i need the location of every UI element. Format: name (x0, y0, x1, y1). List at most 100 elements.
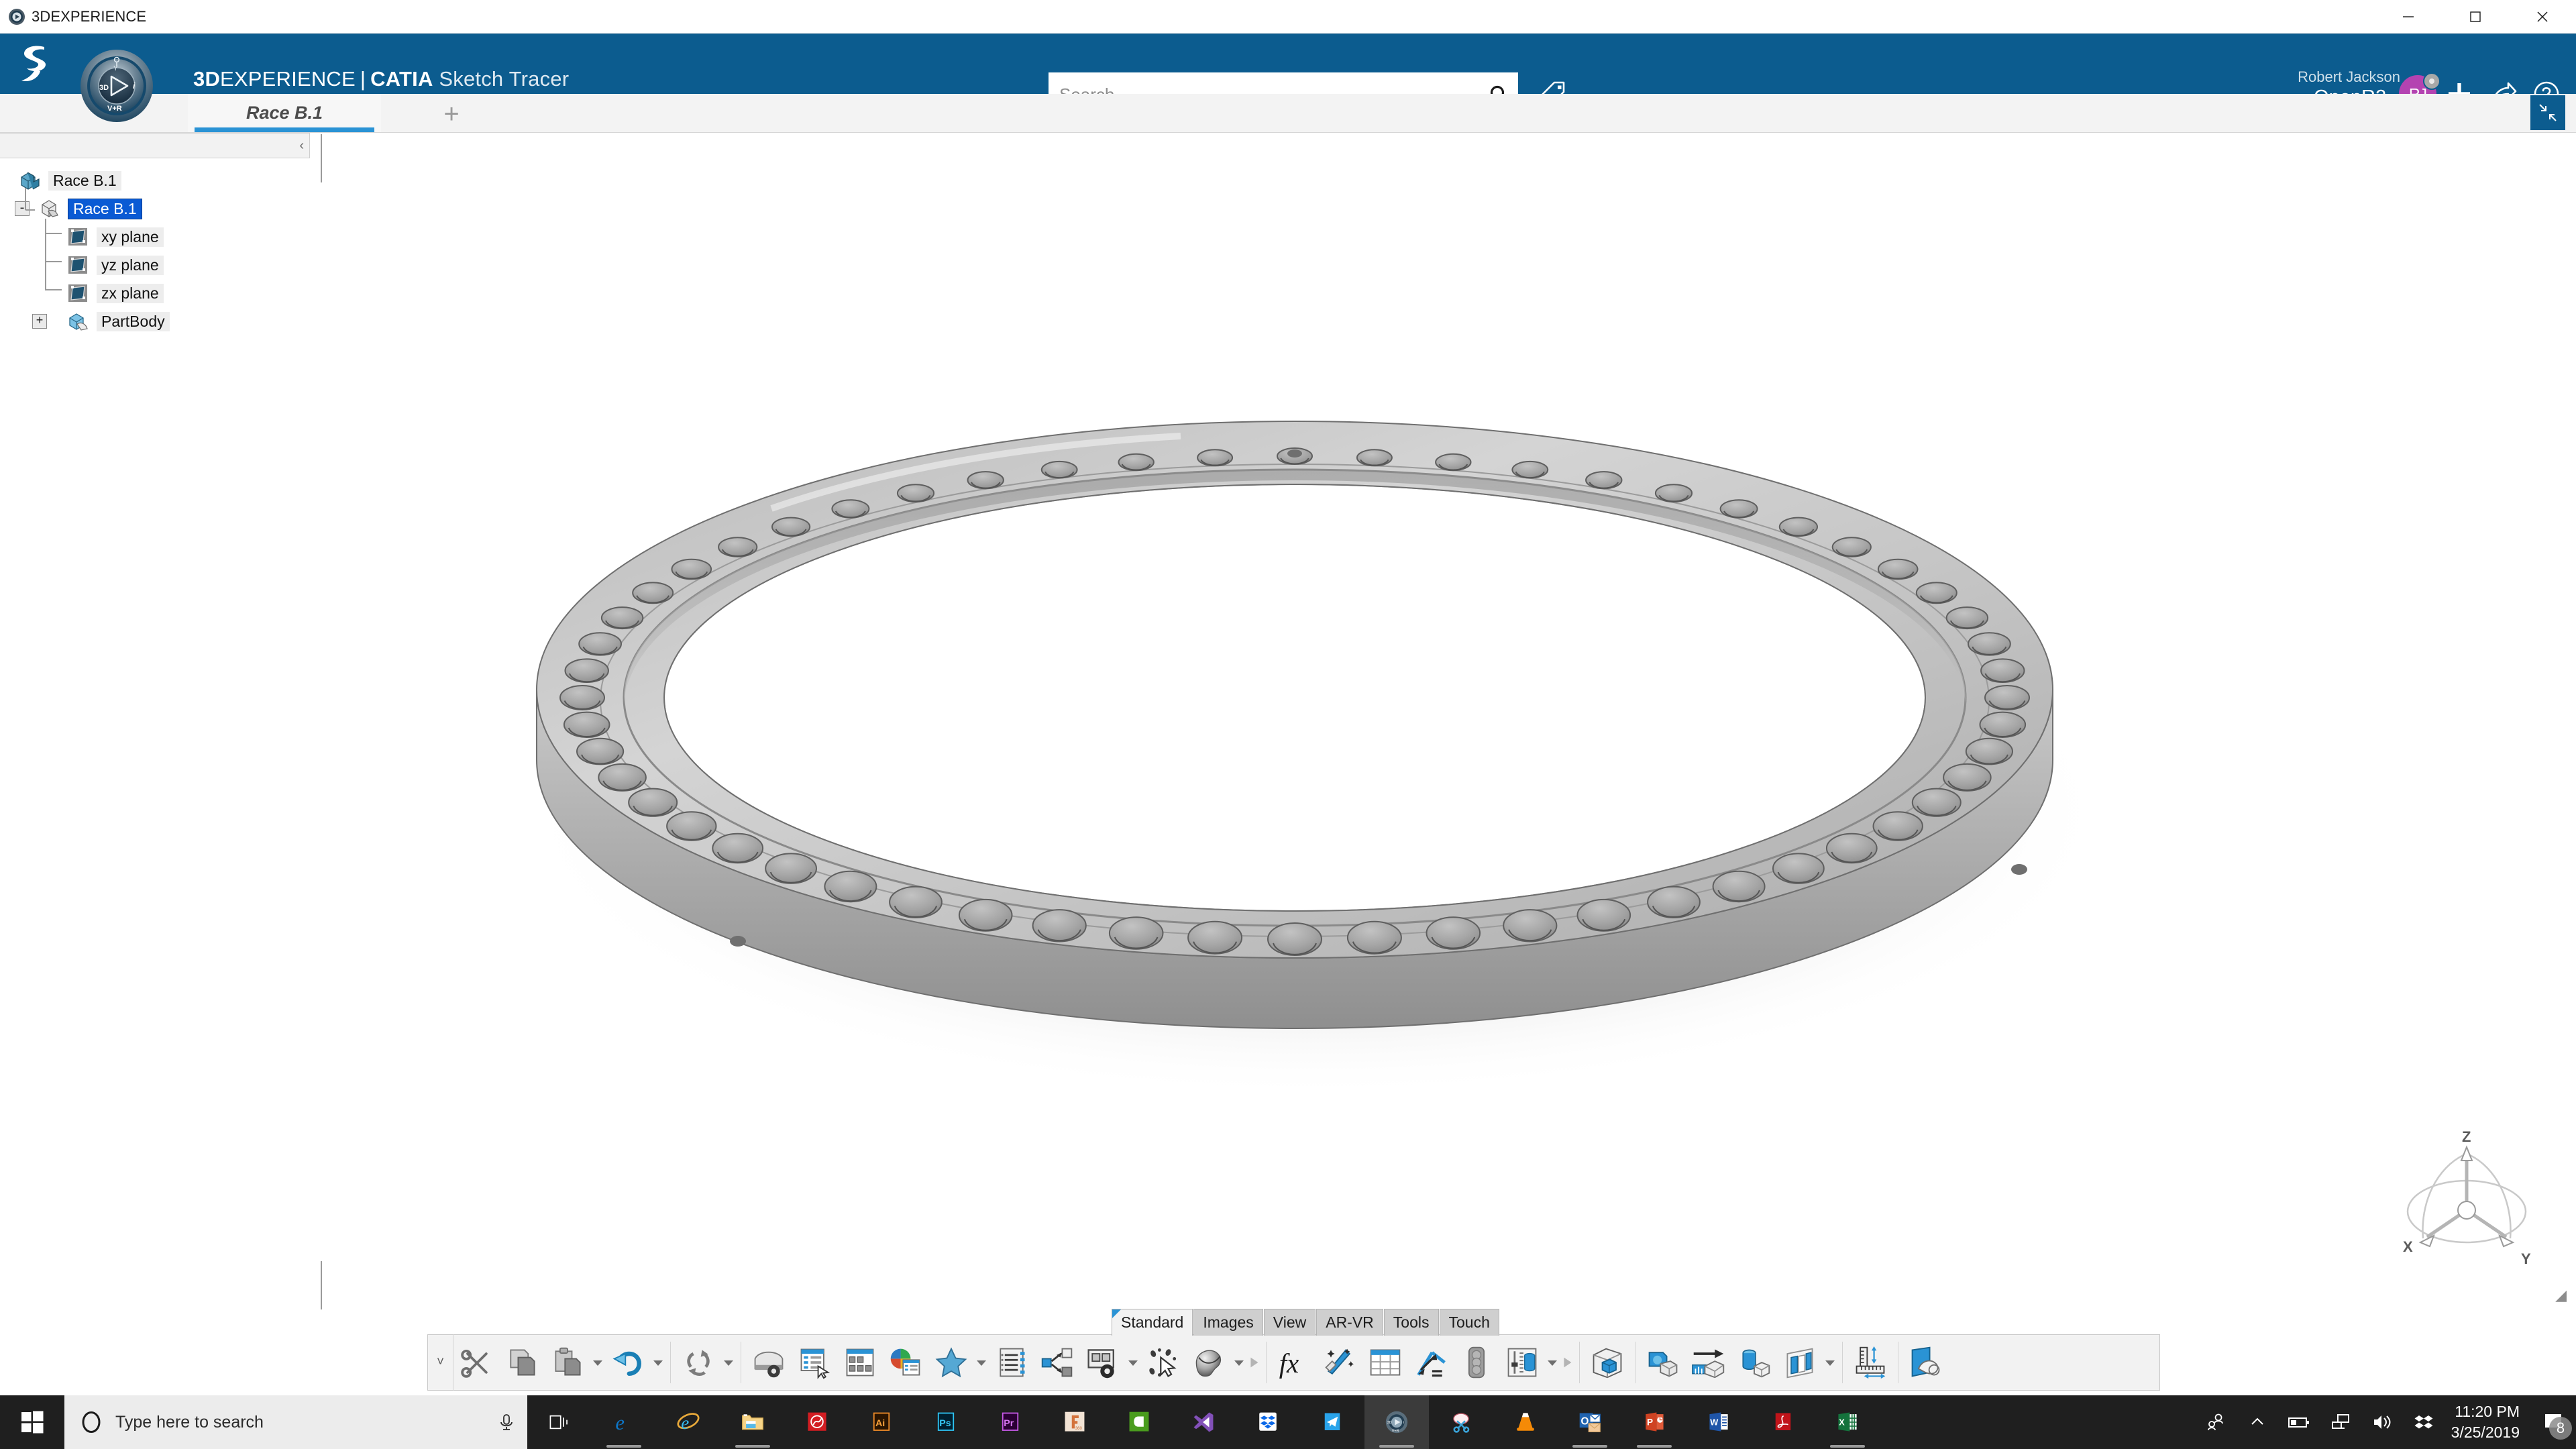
update-refresh-button[interactable] (676, 1334, 721, 1391)
taskbar-item-adobe-creative-cloud[interactable] (785, 1395, 849, 1449)
caret-down-icon[interactable] (590, 1356, 605, 1369)
taskbar-item-adobe-premiere[interactable]: Pr (978, 1395, 1042, 1449)
taskbar-item-microsoft-powerpoint[interactable]: P (1622, 1395, 1686, 1449)
taskbar-item-microsoft-outlook[interactable]: O (1558, 1395, 1622, 1449)
taskbar-search[interactable]: Type here to search (64, 1395, 527, 1449)
tree-node-label[interactable]: xy plane (97, 227, 164, 247)
caret-down-icon[interactable] (1232, 1356, 1246, 1369)
taskbar-clock[interactable]: 11:20 PM 3/25/2019 (2445, 1395, 2532, 1449)
tree-node-label[interactable]: Race B.1 (68, 198, 142, 219)
undo-button[interactable] (605, 1334, 651, 1391)
relations-graph-button[interactable] (1034, 1334, 1080, 1391)
actionbar-tab-view[interactable]: View (1263, 1309, 1316, 1336)
taskbar-item-adobe-acrobat[interactable] (1751, 1395, 1815, 1449)
caret-down-icon[interactable] (974, 1356, 989, 1369)
dropbox-tray-icon[interactable] (2403, 1395, 2445, 1449)
tree-node-label[interactable]: Race B.1 (48, 170, 121, 191)
actionbar-overflow-button[interactable]: ˅ (428, 1334, 453, 1391)
traffic-light-button[interactable] (1454, 1334, 1499, 1391)
transfer-measure-button[interactable] (1686, 1334, 1731, 1391)
design-table-button[interactable] (1362, 1334, 1408, 1391)
taskbar-item-adobe-photoshop[interactable]: Ps (914, 1395, 978, 1449)
tab-race-b1[interactable]: Race B.1 (188, 94, 381, 132)
add-tab-button[interactable]: + (436, 99, 467, 129)
select-points-button[interactable] (1140, 1334, 1186, 1391)
start-button[interactable] (0, 1395, 64, 1449)
color-chart-button[interactable] (883, 1334, 928, 1391)
ruler-dimensions-button[interactable] (1847, 1334, 1893, 1391)
people-icon[interactable] (2195, 1395, 2237, 1449)
paste-button[interactable] (545, 1334, 590, 1391)
taskbar-item-dropbox[interactable] (1236, 1395, 1300, 1449)
tree-node[interactable]: - Race B.1 (0, 195, 310, 223)
tree-node[interactable]: zx plane (0, 279, 310, 307)
measure-button[interactable] (1408, 1334, 1454, 1391)
compare-parts-button[interactable] (1640, 1334, 1686, 1391)
level-of-detail-button[interactable] (1499, 1334, 1545, 1391)
cut-scissors-button[interactable] (453, 1334, 499, 1391)
section-view-button[interactable] (1777, 1334, 1823, 1391)
properties-button[interactable] (792, 1334, 837, 1391)
taskbar-item-adobe-illustrator[interactable]: Ai (849, 1395, 914, 1449)
minimize-button[interactable] (2375, 0, 2442, 34)
battery-icon[interactable] (2278, 1395, 2320, 1449)
taskbar-item-telegram[interactable] (1300, 1395, 1364, 1449)
taskbar-item-microsoft-excel[interactable]: X (1815, 1395, 1880, 1449)
actionbar-tab-standard[interactable]: Standard (1112, 1309, 1193, 1336)
save-settings-button[interactable] (746, 1334, 792, 1391)
tree-node[interactable]: + PartBody (0, 307, 310, 335)
notification-center-button[interactable]: 8 (2532, 1395, 2576, 1449)
network-icon[interactable] (2320, 1395, 2361, 1449)
pad-extrude-button[interactable] (1731, 1334, 1777, 1391)
actionbar-tab-tools[interactable]: Tools (1383, 1309, 1439, 1336)
microphone-icon[interactable] (496, 1412, 517, 1432)
caret-down-icon[interactable]: ◢ (2555, 1287, 2567, 1304)
3d-viewport[interactable]: Z X Y ◢ (0, 133, 2576, 1313)
caret-down-icon[interactable] (651, 1356, 665, 1369)
xyz-axis-compass-icon[interactable]: Z X Y (2383, 1124, 2551, 1279)
chevron-left-icon[interactable]: ‹ (299, 139, 304, 152)
magic-wand-button[interactable] (1317, 1334, 1362, 1391)
actionbar-tab-ar-vr[interactable]: AR-VR (1316, 1309, 1383, 1336)
display-settings-button[interactable] (1080, 1334, 1126, 1391)
notebook-button[interactable] (989, 1334, 1034, 1391)
tree-collapse-button[interactable]: - (15, 201, 30, 216)
tree-panel-drag-handle-top[interactable] (321, 134, 325, 182)
expand-play-icon[interactable] (1246, 1354, 1261, 1371)
taskbar-item-file-explorer[interactable] (720, 1395, 785, 1449)
taskbar-item-task-view[interactable] (527, 1395, 592, 1449)
3dexperience-compass[interactable]: 3D i V+R Y (79, 48, 154, 123)
taskbar-item-3dexperience-catia[interactable]: 3D i V+R (1364, 1395, 1429, 1449)
tree-node[interactable]: xy plane (0, 223, 310, 251)
caret-down-icon[interactable] (1545, 1356, 1560, 1369)
chevron-up-icon[interactable] (2237, 1395, 2278, 1449)
taskbar-item-snipping-tool[interactable] (1429, 1395, 1493, 1449)
caret-down-icon[interactable] (1126, 1356, 1140, 1369)
caret-down-icon[interactable] (1823, 1356, 1837, 1369)
actionbar-tab-images[interactable]: Images (1193, 1309, 1263, 1336)
caret-down-icon[interactable] (721, 1356, 736, 1369)
formula-fx-button[interactable]: fx (1271, 1334, 1317, 1391)
catalog-browser-button[interactable] (837, 1334, 883, 1391)
taskbar-item-microsoft-edge[interactable]: e (592, 1395, 656, 1449)
taskbar-item-microsoft-word[interactable]: W (1686, 1395, 1751, 1449)
actionbar-tab-touch[interactable]: Touch (1439, 1309, 1499, 1336)
tree-node[interactable]: Race B.1 (0, 166, 310, 195)
tree-node[interactable]: yz plane (0, 251, 310, 279)
taskbar-item-visual-studio[interactable] (1171, 1395, 1236, 1449)
taskbar-item-vlc-media-player[interactable] (1493, 1395, 1558, 1449)
expand-play-icon[interactable] (1560, 1354, 1574, 1371)
tree-node-label[interactable]: PartBody (97, 311, 170, 331)
favorite-star-button[interactable] (928, 1334, 974, 1391)
copy-button[interactable] (499, 1334, 545, 1391)
tree-node-label[interactable]: yz plane (97, 255, 164, 275)
tree-node-label[interactable]: zx plane (97, 283, 164, 303)
taskbar-item-internet-explorer[interactable]: e (656, 1395, 720, 1449)
taskbar-item-fusion-360[interactable]: 360 (1042, 1395, 1107, 1449)
maximize-button[interactable] (2442, 0, 2509, 34)
fullscreen-button[interactable] (2530, 95, 2565, 130)
close-button[interactable] (2509, 0, 2576, 34)
enclosing-box-button[interactable] (1585, 1334, 1630, 1391)
volume-icon[interactable] (2361, 1395, 2403, 1449)
sketch-tracer-button[interactable] (1903, 1334, 1949, 1391)
